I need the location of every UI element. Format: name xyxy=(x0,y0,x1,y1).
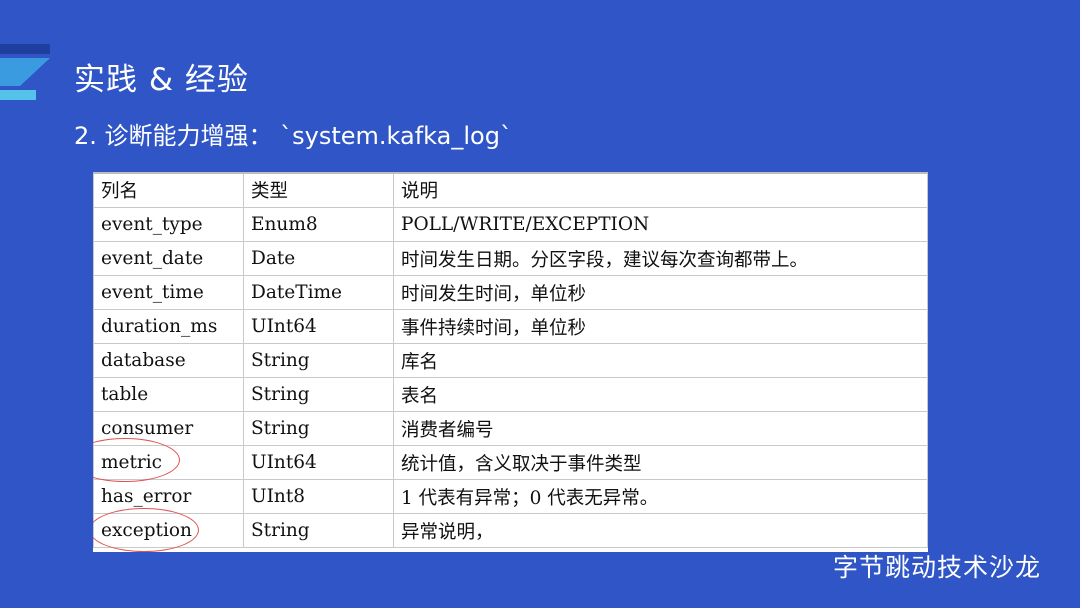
table-row: has_error UInt8 1 代表有异常；0 代表无异常。 xyxy=(93,479,928,514)
table-header-row: 列名 类型 说明 xyxy=(93,172,928,208)
table-row: event_date Date 时间发生日期。分区字段，建议每次查询都带上。 xyxy=(93,241,928,276)
type-cell: String xyxy=(243,411,394,446)
description-cell: 事件持续时间，单位秒 xyxy=(393,309,928,344)
description-cell: 时间发生时间，单位秒 xyxy=(393,275,928,310)
table-row: table String 表名 xyxy=(93,377,928,412)
column-name-cell: database xyxy=(93,343,244,378)
type-cell: Enum8 xyxy=(243,207,394,242)
type-cell: String xyxy=(243,513,394,548)
schema-table: 列名 类型 说明 event_type Enum8 POLL/WRITE/EXCEP… xyxy=(93,172,928,548)
column-name-cell: event_time xyxy=(93,275,244,310)
column-name-cell: has_error xyxy=(93,479,244,514)
description-cell: 统计值，含义取决于事件类型 xyxy=(393,445,928,480)
exception-highlight-circle xyxy=(93,508,199,552)
header-column-name: 列名 xyxy=(93,172,244,208)
header-type: 类型 xyxy=(243,172,394,208)
table-row: database String 库名 xyxy=(93,343,928,378)
slide-subtitle: 2. 诊断能力增强： `system.kafka_log` xyxy=(74,122,512,150)
type-cell: String xyxy=(243,343,394,378)
schema-table-container: 列名 类型 说明 event_type Enum8 POLL/WRITE/EXCEP… xyxy=(93,172,928,552)
description-cell: 时间发生日期。分区字段，建议每次查询都带上。 xyxy=(393,241,928,276)
brand-watermark: 字节跳动技术沙龙 xyxy=(833,553,1042,582)
table-top-border xyxy=(93,172,928,174)
type-cell: UInt64 xyxy=(243,445,394,480)
type-cell: Date xyxy=(243,241,394,276)
table-row: exception String 异常说明， xyxy=(93,513,928,548)
type-cell: UInt8 xyxy=(243,479,394,514)
table-row: metric UInt64 统计值，含义取决于事件类型 xyxy=(93,445,928,480)
column-name-cell: event_date xyxy=(93,241,244,276)
slide-title: 实践 & 经验 xyxy=(74,62,249,98)
header-description: 说明 xyxy=(393,172,928,208)
column-name-cell: duration_ms xyxy=(93,309,244,344)
description-cell: 1 代表有异常；0 代表无异常。 xyxy=(393,479,928,514)
corner-decoration xyxy=(0,44,50,100)
type-cell: DateTime xyxy=(243,275,394,310)
table-row: event_type Enum8 POLL/WRITE/EXCEPTION xyxy=(93,207,928,242)
column-name-cell: table xyxy=(93,377,244,412)
column-name-cell: event_type xyxy=(93,207,244,242)
table-row: event_time DateTime 时间发生时间，单位秒 xyxy=(93,275,928,310)
table-row: consumer String 消费者编号 xyxy=(93,411,928,446)
type-cell: String xyxy=(243,377,394,412)
table-row: duration_ms UInt64 事件持续时间，单位秒 xyxy=(93,309,928,344)
description-cell: POLL/WRITE/EXCEPTION xyxy=(393,207,928,242)
description-cell: 库名 xyxy=(393,343,928,378)
type-cell: UInt64 xyxy=(243,309,394,344)
description-cell: 消费者编号 xyxy=(393,411,928,446)
description-cell: 异常说明， xyxy=(393,513,928,548)
description-cell: 表名 xyxy=(393,377,928,412)
